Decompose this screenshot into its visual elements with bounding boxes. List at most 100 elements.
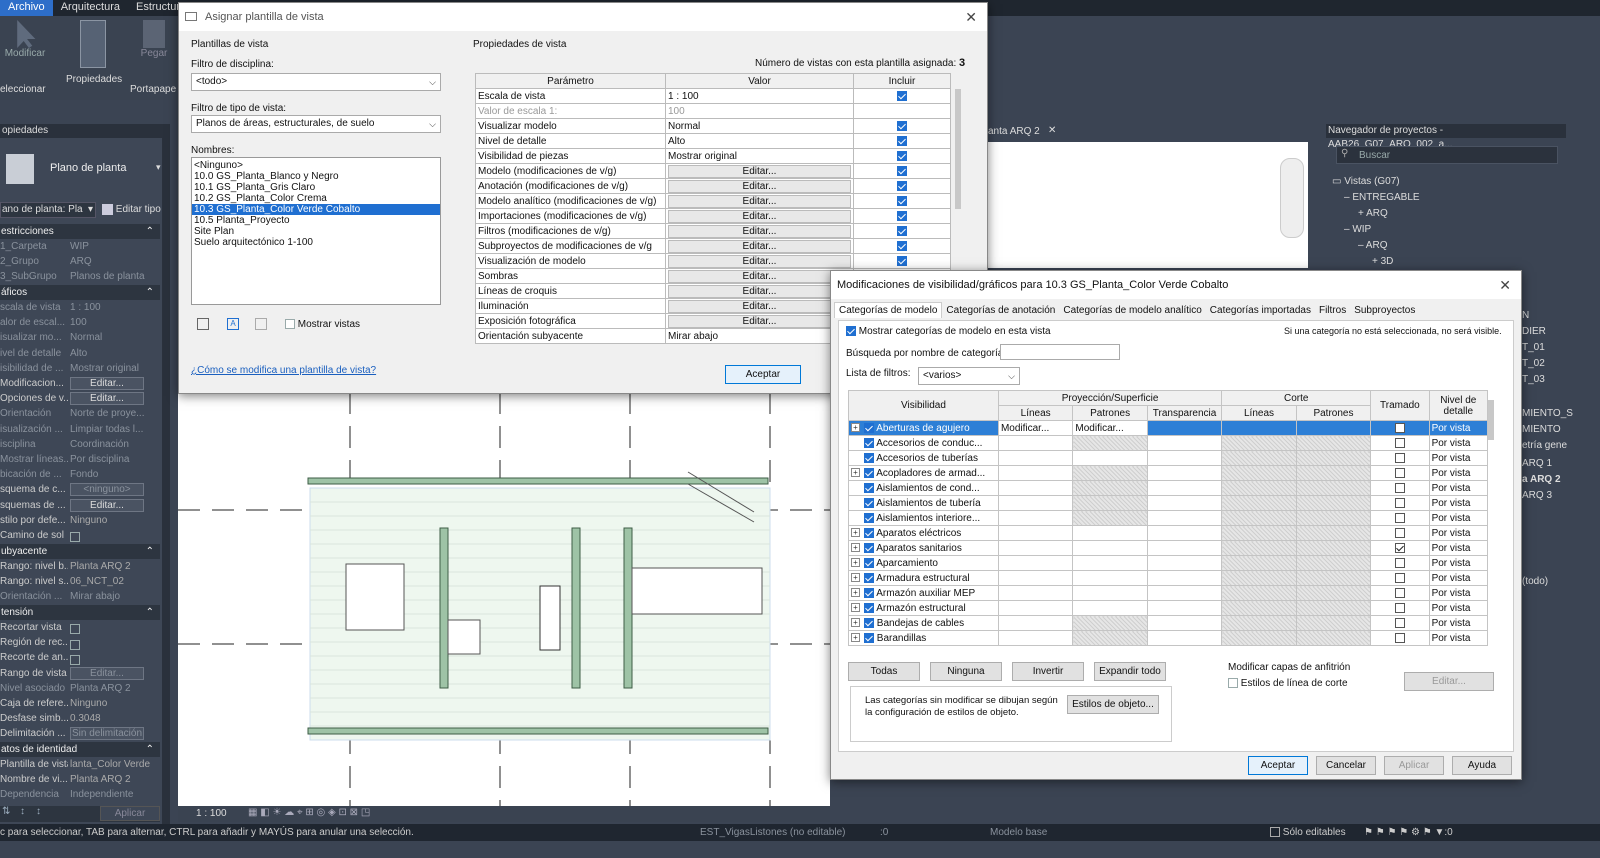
proj-lines-cell[interactable] — [997, 450, 1074, 466]
cut-lines-cell[interactable] — [1221, 540, 1297, 556]
editable-only-checkbox[interactable] — [1270, 827, 1280, 838]
halftone-checkbox[interactable] — [1394, 542, 1405, 553]
edit-type-button[interactable]: Editar tipo — [102, 202, 161, 218]
proj-lines-cell[interactable] — [997, 465, 1074, 481]
property-value[interactable]: Mostrar original — [70, 361, 160, 376]
visibility-checkbox[interactable] — [864, 572, 874, 583]
tree-arq-entregable[interactable]: + ARQ — [1358, 208, 1388, 219]
halftone-checkbox[interactable] — [1394, 557, 1405, 568]
category-row[interactable]: + Aparcamiento Por vista — [848, 555, 1489, 571]
grid-scrollbar[interactable] — [955, 89, 961, 209]
property-value[interactable]: Planta ARQ 2 — [70, 681, 160, 696]
transparency-cell[interactable] — [1146, 510, 1223, 526]
property-section-subyacente[interactable]: ubyacente ⌃ — [0, 544, 160, 559]
proj-patterns-cell[interactable] — [1072, 555, 1148, 571]
property-value[interactable]: Por disciplina — [70, 452, 160, 467]
cut-lines-cell[interactable] — [1221, 555, 1297, 571]
transparency-cell[interactable] — [1146, 600, 1223, 616]
property-edit-button[interactable]: Editar... — [70, 377, 144, 390]
edit-button[interactable]: Editar... — [668, 254, 851, 268]
host-edit-button[interactable]: Editar... — [1404, 672, 1494, 691]
cut-patterns-cell[interactable] — [1295, 615, 1372, 631]
halftone-checkbox[interactable] — [1394, 452, 1405, 463]
proj-lines-cell[interactable] — [997, 495, 1074, 511]
property-value[interactable]: ARQ — [70, 254, 160, 269]
proj-patterns-cell[interactable] — [1072, 510, 1148, 526]
param-value[interactable]: Mostrar original — [668, 151, 737, 162]
proj-patterns-cell[interactable] — [1072, 450, 1148, 466]
template-name-item[interactable]: Suelo arquitectónico 1-100 — [192, 237, 440, 248]
property-edit-button[interactable]: Sin delimitación — [70, 727, 144, 741]
proj-lines-cell[interactable] — [997, 435, 1074, 451]
halftone-checkbox[interactable] — [1394, 572, 1405, 583]
proj-patterns-cell[interactable] — [1072, 585, 1148, 601]
tree-entregable[interactable]: – ENTREGABLE — [1344, 192, 1420, 203]
sort-icon[interactable]: ⇅ — [2, 806, 10, 817]
tab-archivo[interactable]: Archivo — [0, 0, 53, 16]
cut-lines-cell[interactable] — [1221, 600, 1297, 616]
cut-styles-toggle[interactable]: Estilos de línea de corte — [1228, 678, 1348, 689]
cut-lines-cell[interactable] — [1221, 630, 1297, 646]
show-categories-toggle[interactable]: Mostrar categorías de modelo en esta vis… — [846, 326, 1051, 337]
property-checkbox[interactable] — [70, 532, 80, 543]
tab-arquitectura[interactable]: Arquitectura — [53, 0, 128, 16]
discipline-select[interactable]: <todo> ⌵ — [191, 73, 441, 91]
proj-patterns-cell[interactable] — [1072, 600, 1148, 616]
property-edit-button[interactable]: <ninguno> — [70, 483, 144, 497]
transparency-cell[interactable] — [1146, 495, 1223, 511]
filter-list-select[interactable]: <varios> ⌵ — [918, 367, 1020, 385]
vg-cancel-button[interactable]: Cancelar — [1316, 756, 1376, 775]
tab-worksets[interactable]: Subproyectos — [1350, 303, 1419, 318]
template-name-item[interactable]: 10.0 GS_Planta_Blanco y Negro — [192, 171, 440, 182]
include-checkbox[interactable] — [897, 210, 907, 221]
visibility-checkbox[interactable] — [864, 512, 874, 523]
tree-3d[interactable]: + 3D — [1372, 256, 1393, 267]
tree-side-item[interactable]: T_02 — [1522, 358, 1545, 369]
proj-patterns-cell[interactable] — [1072, 465, 1148, 481]
cut-patterns-cell[interactable] — [1295, 420, 1372, 436]
show-categories-checkbox[interactable] — [846, 326, 856, 337]
detail-level-cell[interactable]: Por vista — [1428, 615, 1489, 631]
property-value[interactable]: Ninguno — [70, 513, 160, 528]
param-value[interactable]: Mirar abajo — [668, 331, 718, 342]
proj-lines-cell[interactable] — [997, 510, 1074, 526]
transparency-cell[interactable] — [1146, 435, 1223, 451]
tree-wip[interactable]: – WIP — [1344, 224, 1371, 235]
tab-filters[interactable]: Filtros — [1315, 303, 1350, 318]
tab-imported-categories[interactable]: Categorías importadas — [1206, 303, 1315, 318]
cut-lines-cell[interactable] — [1221, 585, 1297, 601]
detail-level-cell[interactable]: Por vista — [1428, 525, 1489, 541]
detail-level-cell[interactable]: Por vista — [1428, 600, 1489, 616]
tree-side-item[interactable]: DIER — [1522, 326, 1546, 337]
cut-patterns-cell[interactable] — [1295, 570, 1372, 586]
transparency-cell[interactable] — [1146, 630, 1223, 646]
halftone-checkbox[interactable] — [1394, 467, 1405, 478]
visibility-checkbox[interactable] — [864, 557, 874, 568]
edit-button[interactable]: Editar... — [668, 284, 851, 298]
property-value[interactable]: Independiente — [70, 787, 160, 802]
transparency-cell[interactable] — [1146, 420, 1223, 436]
proj-lines-cell[interactable]: Modificar... — [997, 420, 1074, 436]
halftone-checkbox[interactable] — [1394, 527, 1405, 538]
expand-icon[interactable]: + — [851, 588, 860, 598]
edit-button[interactable]: Editar... — [668, 269, 851, 283]
property-value[interactable]: Planta ARQ 2 — [70, 772, 160, 787]
detail-level-cell[interactable]: Por vista — [1428, 510, 1489, 526]
proj-lines-cell[interactable] — [997, 480, 1074, 496]
instance-filter-select[interactable]: ano de planta: Pla ▾ — [0, 202, 96, 218]
cut-patterns-cell[interactable] — [1295, 450, 1372, 466]
include-checkbox[interactable] — [897, 225, 907, 236]
expand-icon[interactable]: + — [851, 423, 860, 433]
cut-lines-cell[interactable] — [1221, 465, 1297, 481]
include-checkbox[interactable] — [897, 195, 907, 206]
tab-model-categories[interactable]: Categorías de modelo — [834, 302, 943, 318]
cut-patterns-cell[interactable] — [1295, 585, 1372, 601]
halftone-checkbox[interactable] — [1394, 482, 1405, 493]
property-section-graficos[interactable]: áficos ⌃ — [0, 285, 160, 300]
cut-lines-cell[interactable] — [1221, 525, 1297, 541]
category-row[interactable]: Accesorios de conduc... Por vista — [848, 435, 1489, 451]
view-tab[interactable]: anta ARQ 2 — [988, 126, 1040, 137]
category-row[interactable]: Aislamientos de tubería Por vista — [848, 495, 1489, 511]
cut-styles-checkbox[interactable] — [1228, 678, 1238, 689]
tree-side-item[interactable]: etría gene — [1522, 440, 1567, 451]
